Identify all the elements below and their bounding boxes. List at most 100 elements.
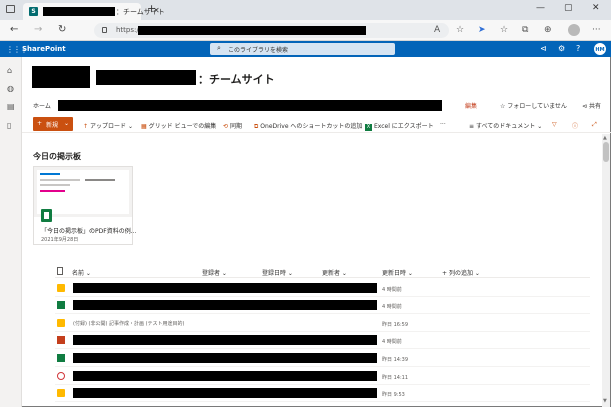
grid-edit-button[interactable]: ▦ グリッド ビューでの編集 — [141, 121, 216, 130]
scroll-down-icon[interactable]: ▼ — [603, 398, 607, 404]
lock-icon — [102, 27, 107, 33]
address-input[interactable]: https:// — [94, 23, 449, 38]
column-header-modified-by[interactable]: 更新者 ⌄ — [322, 268, 347, 277]
search-icon: ⌕ — [217, 44, 221, 52]
scroll-thumb[interactable] — [603, 142, 609, 162]
list-row[interactable]: 昨日 14:39 — [55, 350, 590, 367]
grid-edit-label: グリッド ビューでの編集 — [148, 123, 217, 130]
excel-export-label: Excel にエクスポート — [374, 123, 434, 130]
row-modified: 4 時間前 — [382, 339, 402, 345]
tab-actions-icon[interactable] — [6, 5, 15, 13]
view-selector[interactable]: ≡ すべてのドキュメント ⌄ — [469, 121, 542, 130]
add-column-button[interactable]: + 列の追加 ⌄ — [442, 268, 480, 277]
row-modified: 昨日 14:39 — [382, 357, 408, 363]
redacted-file-name — [73, 388, 377, 398]
onedrive-shortcut-button[interactable]: ⧉ OneDrive へのショートカットの追加 — [254, 121, 362, 131]
column-header-modified[interactable]: 更新日時 ⌄ — [382, 268, 413, 277]
collections-icon[interactable]: ⧉ — [522, 25, 528, 35]
home-icon[interactable]: ⌂ — [7, 66, 12, 75]
app-name[interactable]: SharePoint — [22, 45, 66, 53]
column-header-name[interactable]: 名前 ⌄ — [72, 268, 91, 277]
refresh-icon[interactable]: ↻ — [58, 24, 66, 35]
forward-icon[interactable]: → — [34, 24, 42, 35]
extension-icon[interactable]: ➤ — [478, 25, 486, 35]
new-tab-button[interactable]: + — [147, 2, 156, 15]
highlight-card[interactable]: 「今日の掲示板」のPDF資料の例... 2021年9月28日 — [33, 166, 136, 245]
news-icon[interactable]: ▤ — [7, 102, 15, 111]
upload-button[interactable]: ↑ アップロード ⌄ — [83, 121, 133, 130]
column-header-created[interactable]: 登録日時 ⌄ — [262, 268, 293, 277]
list-row[interactable]: 4 時間前 — [55, 332, 590, 349]
filter-icon[interactable]: ▽ — [552, 121, 557, 128]
maximize-icon[interactable]: ▢ — [564, 3, 573, 13]
column-header-created-by[interactable]: 登録者 ⌄ — [202, 268, 227, 277]
settings-gear-icon[interactable]: ⚙ — [558, 44, 565, 53]
browser-tab-active[interactable]: S ：チームサイト ✕ — [23, 3, 165, 20]
redacted-file-name — [73, 353, 377, 363]
address-toolbar: ← → ↻ https:// A ☆ ➤ ☆ ⧉ ⊕ ··· — [0, 20, 611, 41]
site-logo[interactable] — [32, 66, 90, 88]
site-title[interactable]: ：チームサイト — [198, 71, 275, 87]
scrollbar[interactable]: ▲ ▼ — [602, 134, 610, 407]
app-rail: ⌂ ◍ ▤ ▯ — [0, 57, 22, 407]
more-commands-button[interactable]: ··· — [440, 121, 446, 128]
list-row[interactable]: 昨日 14:11 — [55, 368, 590, 385]
row-modified: 昨日 16:59 — [382, 322, 408, 328]
sync-button[interactable]: ⟲ 同期 — [223, 121, 242, 130]
folder-icon — [57, 284, 65, 292]
nav-home-link[interactable]: ホーム — [33, 101, 51, 110]
browser-profile-avatar[interactable] — [568, 24, 580, 36]
list-row[interactable]: 4 時間前 — [55, 280, 590, 297]
redacted-nav-links — [58, 100, 442, 111]
list-row[interactable]: (付録) (非公開) 記事作成・計画 (テスト用途目的) 昨日 16:59 — [55, 315, 590, 332]
card-date: 2021年9月28日 — [41, 237, 79, 243]
excel-file-icon — [57, 354, 65, 362]
minimize-icon[interactable]: — — [536, 3, 545, 13]
user-avatar[interactable]: HM — [594, 43, 606, 55]
expand-icon[interactable]: ⤢ — [592, 121, 597, 129]
view-icon: ≡ — [469, 123, 476, 130]
info-icon[interactable]: ⓘ — [572, 121, 578, 130]
read-aloud-icon[interactable]: A — [434, 25, 440, 35]
back-icon[interactable]: ← — [10, 24, 18, 35]
globe-icon[interactable]: ◍ — [7, 84, 14, 93]
scroll-up-icon[interactable]: ▲ — [603, 135, 607, 141]
redacted-file-name — [73, 335, 377, 345]
redacted-file-name — [73, 300, 377, 310]
card-file-name[interactable]: 「今日の掲示板」のPDF資料の例... — [41, 226, 136, 235]
list-row[interactable]: 昨日 9:53 — [55, 385, 590, 402]
powerpoint-file-icon — [57, 336, 65, 344]
favorites-icon[interactable]: ☆ — [500, 25, 508, 35]
feedback-icon[interactable]: ⊲ — [540, 44, 547, 53]
onedrive-shortcut-label: OneDrive へのショートカットの追加 — [260, 123, 363, 130]
new-button[interactable]: + 新規 ⌄ — [33, 117, 73, 131]
excel-export-button[interactable]: X Excel にエクスポート — [365, 121, 434, 131]
files-icon[interactable]: ▯ — [7, 121, 11, 130]
pdf-file-icon — [57, 372, 65, 380]
excel-file-icon — [41, 209, 52, 222]
redacted-site-name — [96, 70, 196, 85]
upload-icon: ↑ — [83, 123, 89, 130]
row-file-name[interactable]: (付録) (非公開) 記事作成・計画 (テスト用途目的) — [73, 320, 184, 327]
row-modified: 4 時間前 — [382, 287, 402, 293]
favorite-star-icon[interactable]: ☆ — [456, 25, 464, 35]
redacted-file-name — [73, 371, 377, 381]
folder-icon — [57, 389, 65, 397]
row-modified: 4 時間前 — [382, 304, 402, 310]
shortcut-icon: ⧉ — [254, 123, 259, 130]
window-close-icon[interactable]: ✕ — [592, 3, 600, 13]
help-icon[interactable]: ? — [576, 44, 580, 53]
redacted-tab-title — [43, 7, 115, 16]
chevron-down-icon: ⌄ — [64, 120, 70, 127]
list-row[interactable]: 4 時間前 — [55, 297, 590, 314]
excel-file-icon — [57, 301, 65, 309]
downloads-icon[interactable]: ⊕ — [544, 25, 552, 35]
share-button[interactable]: ⊲ 共有 — [582, 101, 601, 110]
sync-icon: ⟲ — [223, 123, 229, 130]
browser-menu-icon[interactable]: ··· — [592, 25, 601, 35]
sync-label: 同期 — [230, 123, 243, 130]
search-input[interactable]: ⌕ このライブラリを検索 — [210, 43, 395, 55]
share-icon: ⊲ — [582, 103, 589, 110]
nav-edit-link[interactable]: 編集 — [465, 101, 477, 110]
follow-button[interactable]: ☆ フォローしていません — [500, 101, 567, 110]
